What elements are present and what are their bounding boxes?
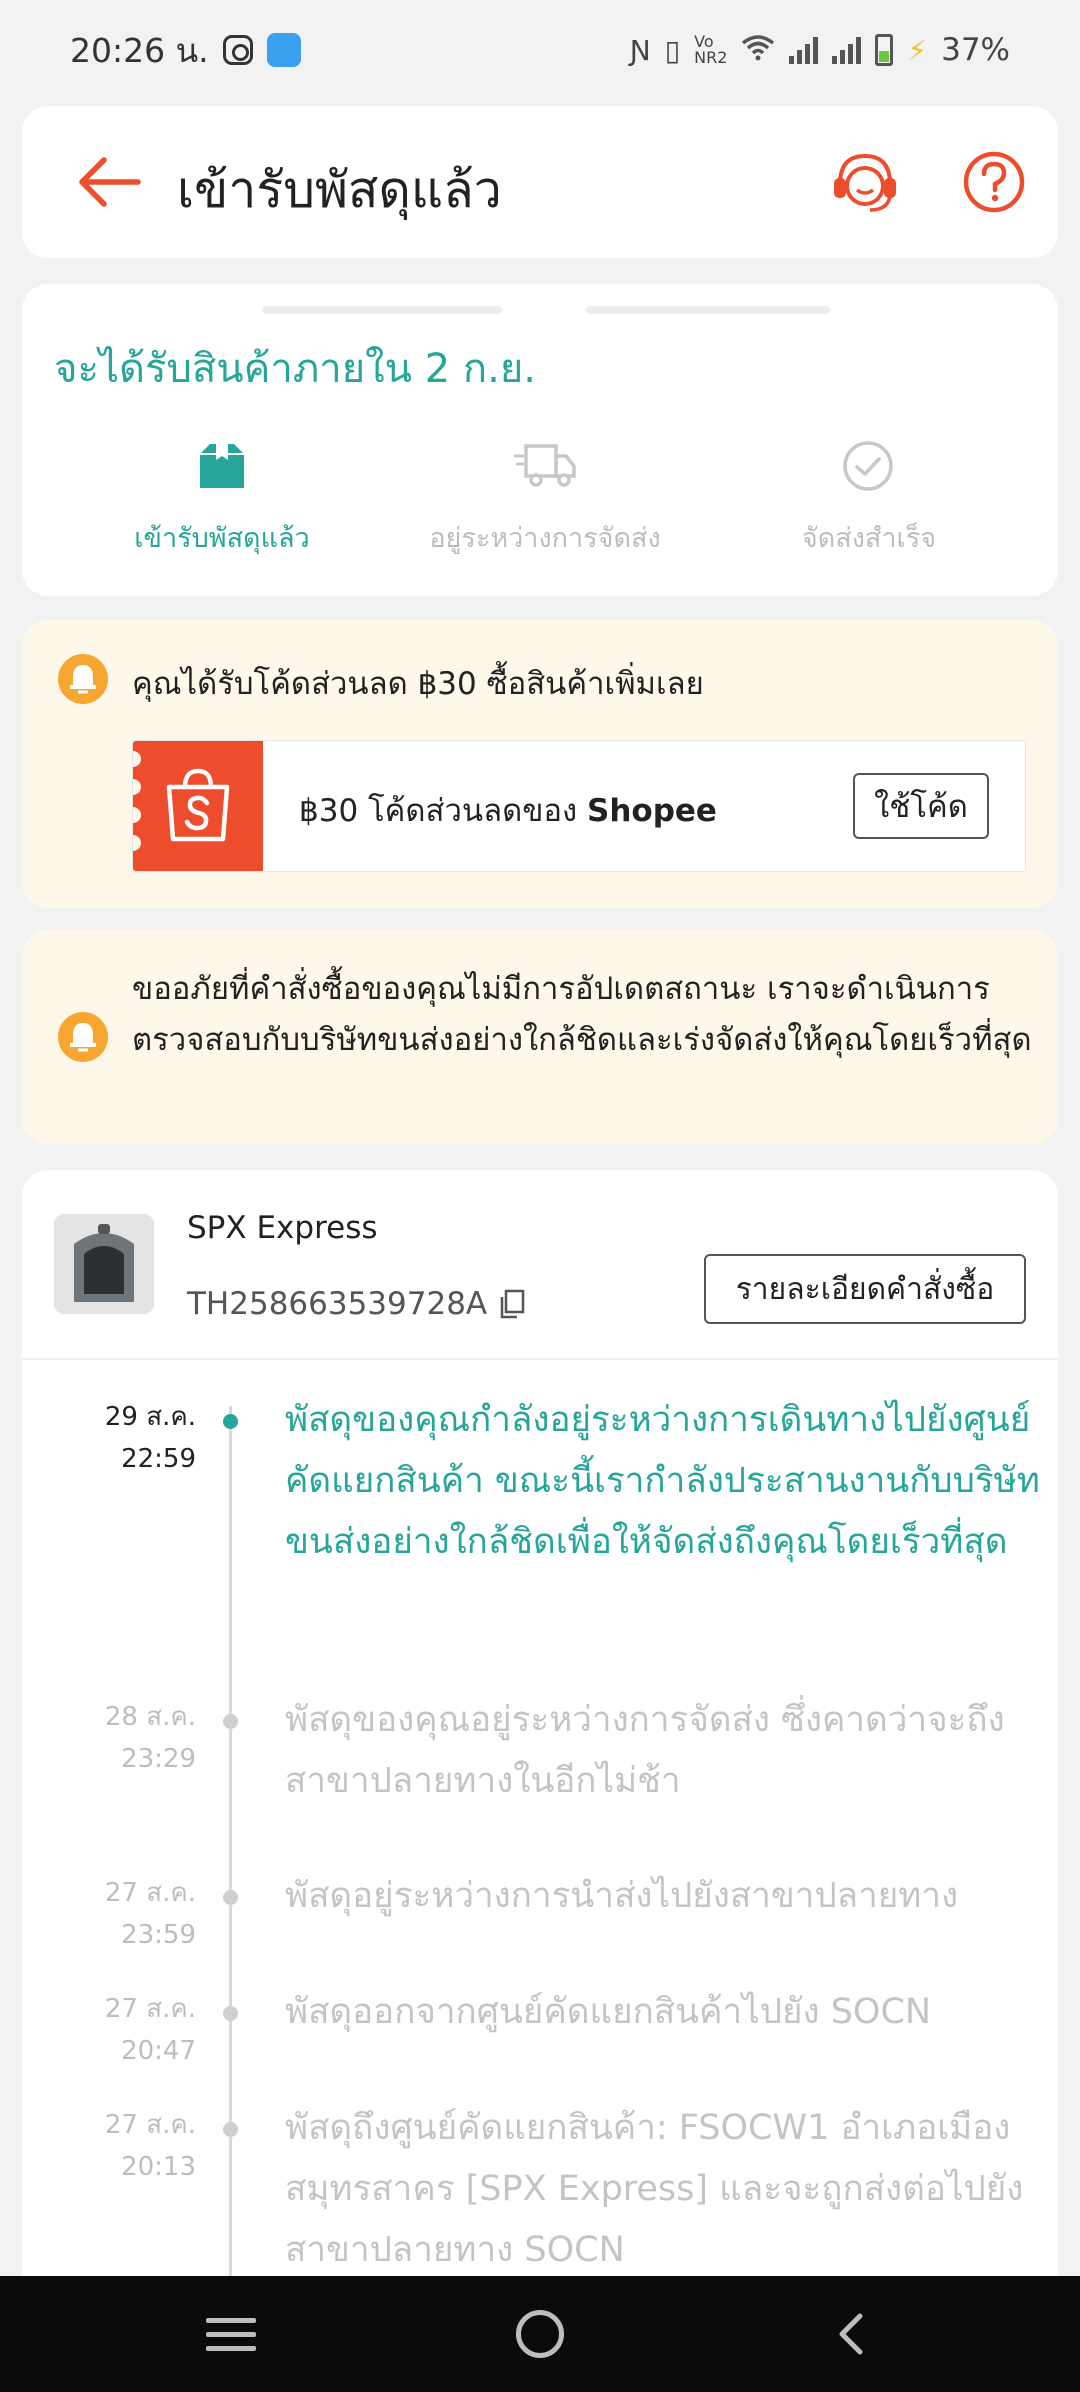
signal-icon (789, 36, 819, 64)
notice-card: ขออภัยที่คำสั่งซื้อของคุณไม่มีการอัปเดตส… (22, 930, 1058, 1144)
voucher[interactable]: ฿30 โค้ดส่วนลดของ Shopee ใช้โค้ด (132, 740, 1026, 872)
back-icon[interactable] (828, 2310, 876, 2358)
timeline-dot (223, 2006, 238, 2021)
event-date: 27 ส.ค. 20:47 (104, 1994, 196, 2066)
promo-text: คุณได้รับโค้ดส่วนลด ฿30 ซื้อสินค้าเพิ่มเ… (132, 666, 704, 702)
battery-percent: 37% (941, 32, 1010, 68)
eta-text: จะได้รับสินค้าภายใน 2 ก.ย. (54, 346, 536, 392)
system-nav-bar (0, 2276, 1080, 2392)
event-date: 27 ส.ค. 23:59 (104, 1878, 196, 1950)
header-bar: เข้ารับพัสดุแล้ว (22, 106, 1058, 258)
product-thumbnail (54, 1214, 154, 1314)
event-date: 27 ส.ค. 20:13 (104, 2110, 196, 2182)
carrier-name: SPX Express (187, 1210, 378, 1246)
event-description: พัสดุออกจากศูนย์คัดแยกสินค้าไปยัง SOCN (285, 1992, 932, 2032)
voucher-text: ฿30 โค้ดส่วนลดของ Shopee (299, 793, 717, 829)
event-date: 28 ส.ค. 23:29 (104, 1702, 196, 1774)
timeline-dot (223, 1890, 238, 1905)
promo-card: คุณได้รับโค้ดส่วนลด ฿30 ซื้อสินค้าเพิ่มเ… (22, 620, 1058, 908)
vibrate-icon: ▯ (664, 33, 681, 67)
status-bar: 20:26 น. Ɲ ▯ Vo NR2 ⚡ 37% (0, 0, 1080, 100)
bell-icon (58, 1012, 108, 1062)
status-time: 20:26 น. (70, 30, 209, 70)
tracking-card: SPX Express TH258663539728A รายละเอียดคำ… (22, 1170, 1058, 2392)
event-description: พัสดุถึงศูนย์คัดแยกสินค้า: FSOCW1 อำเภอเ… (285, 2108, 1024, 2270)
event-description: พัสดุของคุณกำลังอยู่ระหว่างการเดินทางไปย… (285, 1400, 1040, 1562)
check-circle-icon (843, 441, 893, 491)
step-connector (586, 306, 830, 314)
back-arrow-icon[interactable] (78, 156, 142, 208)
divider (22, 1358, 1058, 1360)
shopee-logo (133, 741, 263, 871)
bell-icon (58, 654, 108, 704)
box-icon (200, 444, 244, 488)
event-description: พัสดุของคุณอยู่ระหว่างการจัดส่ง ซึ่งคาดว… (285, 1700, 1005, 1801)
instagram-icon (222, 35, 253, 65)
notice-text: ขออภัยที่คำสั่งซื้อของคุณไม่มีการอัปเดตส… (132, 971, 1032, 1058)
wifi-icon (741, 33, 775, 68)
volte-icon: Vo NR2 (694, 32, 728, 67)
charging-icon: ⚡ (907, 33, 928, 67)
step-label-delivered: จัดส่งสำเร็จ (801, 523, 937, 554)
page-title: เข้ารับพัสดุแล้ว (177, 161, 502, 219)
battery-icon (875, 34, 894, 66)
timeline-dot (223, 1414, 238, 1429)
step-label-in-transit: อยู่ระหว่างการจัดส่ง (429, 523, 661, 554)
event-description: พัสดุอยู่ระหว่างการนำส่งไปยังสาขาปลายทาง (285, 1876, 959, 1916)
recent-apps-icon[interactable] (206, 2318, 256, 2354)
signal-2-icon (832, 36, 862, 64)
step-label-picked-up: เข้ารับพัสดุแล้ว (134, 523, 310, 554)
event-date: 29 ส.ค. 22:59 (104, 1402, 196, 1474)
help-icon[interactable] (962, 150, 1026, 214)
home-icon[interactable] (516, 2310, 564, 2358)
truck-icon (514, 444, 576, 487)
order-detail-button[interactable]: รายละเอียดคำสั่งซื้อ (704, 1254, 1026, 1324)
timeline-dot (223, 1714, 238, 1729)
nfc-icon: Ɲ (629, 33, 651, 67)
app-notification-icon (266, 33, 301, 67)
timeline-dot (223, 2122, 238, 2137)
step-connector (262, 306, 502, 314)
use-code-button[interactable]: ใช้โค้ด (853, 773, 989, 839)
copy-icon[interactable] (499, 1289, 525, 1319)
shopee-bag-icon (166, 768, 230, 842)
customer-support-icon[interactable] (830, 150, 900, 216)
tracking-number: TH258663539728A (187, 1286, 525, 1322)
